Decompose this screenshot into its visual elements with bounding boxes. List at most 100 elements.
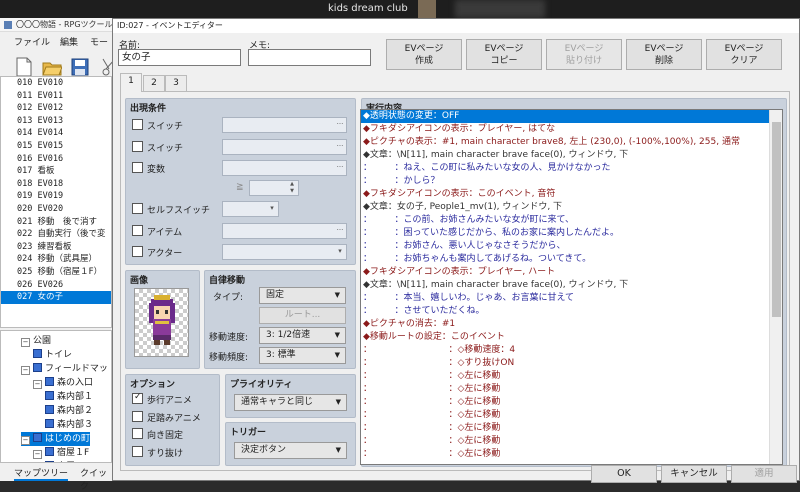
- scrollbar-thumb[interactable]: [772, 122, 781, 317]
- route-button[interactable]: ルート...: [259, 307, 346, 324]
- event-list-item[interactable]: 012 EV012: [1, 102, 111, 115]
- event-list-item[interactable]: 017 看板: [1, 165, 111, 178]
- save-icon[interactable]: [70, 56, 90, 78]
- command-line[interactable]: ◆ピクチャの表示：#1, main character brave8, 左上 (…: [361, 136, 782, 149]
- collapse-toggle-icon[interactable]: −: [33, 450, 42, 459]
- variable-field[interactable]: ···: [222, 160, 347, 176]
- event-list-item[interactable]: 022 自動実行（後で変: [1, 228, 111, 241]
- command-line[interactable]: ： ：かしら？: [361, 175, 782, 188]
- open-folder-icon[interactable]: [42, 56, 62, 78]
- movement-speed-combo[interactable]: 3: 1/2倍速 ▼: [259, 327, 346, 344]
- command-line[interactable]: ◆フキダシアイコンの表示：プレイヤー, はてな: [361, 123, 782, 136]
- ellipsis-icon[interactable]: ···: [334, 140, 346, 154]
- through-checkbox[interactable]: [132, 446, 143, 457]
- taskbar-thumbnail[interactable]: [418, 0, 436, 18]
- command-line[interactable]: ： ：お姉ちゃんも案内してあげるね。ついてきて。: [361, 253, 782, 266]
- collapse-toggle-icon[interactable]: −: [21, 366, 30, 375]
- ev-page-delete-button[interactable]: EVページ 削除: [626, 39, 702, 70]
- self-switch-combo[interactable]: ▾: [222, 201, 279, 217]
- character-sprite-preview[interactable]: [134, 288, 189, 357]
- ok-button[interactable]: OK: [591, 465, 657, 483]
- command-line[interactable]: ◆文章：\N[11], main character brave face(0)…: [361, 279, 782, 292]
- item-checkbox[interactable]: [132, 225, 143, 236]
- switch1-checkbox[interactable]: [132, 119, 143, 130]
- command-line[interactable]: ◆文章：女の子, People1_mv(1), ウィンドウ, 下: [361, 201, 782, 214]
- item-field[interactable]: ···: [222, 223, 347, 239]
- switch1-field[interactable]: ···: [222, 117, 347, 133]
- menu-mode[interactable]: モー: [90, 35, 108, 48]
- event-list-item[interactable]: 011 EV011: [1, 90, 111, 103]
- menu-file[interactable]: ファイル: [14, 35, 50, 48]
- collapse-toggle-icon[interactable]: −: [21, 436, 30, 445]
- movement-type-combo[interactable]: 固定 ▼: [259, 287, 346, 304]
- event-list-item[interactable]: 010 EV010: [1, 77, 111, 90]
- collapse-toggle-icon[interactable]: −: [33, 380, 42, 389]
- event-list[interactable]: 010 EV010 011 EV011 012 EV012 013 EV013 014 …: [0, 76, 112, 328]
- map-tree-item[interactable]: − はじめの町: [21, 432, 91, 446]
- tab-page-3[interactable]: 3: [165, 75, 187, 91]
- command-line[interactable]: ： ：本当、嬉しいわ。じゃあ、お言葉に甘えて: [361, 292, 782, 305]
- tab-page-1[interactable]: 1: [120, 73, 142, 92]
- command-line[interactable]: ： ：◇左に移動: [361, 448, 782, 461]
- movement-frequency-combo[interactable]: 3: 標準 ▼: [259, 347, 346, 364]
- priority-combo[interactable]: 通常キャラと同じ ▼: [234, 394, 347, 411]
- command-line[interactable]: ： ：この前、お姉さんみたいな女が町に来て、: [361, 214, 782, 227]
- event-list-item[interactable]: 021 移動 後で消す: [1, 216, 111, 229]
- name-field[interactable]: 女の子: [118, 49, 241, 66]
- event-list-item[interactable]: 015 EV015: [1, 140, 111, 153]
- command-list-scrollbar[interactable]: [769, 110, 782, 464]
- command-line[interactable]: ： ：困っていた感じだから、私のお家に案内したんだよ。: [361, 227, 782, 240]
- event-list-item[interactable]: 025 移動（宿屋１F）: [1, 266, 111, 279]
- event-list-item[interactable]: 024 移動（武具屋）: [1, 253, 111, 266]
- spinner-arrows-icon[interactable]: ▲ ▼: [286, 181, 298, 195]
- map-tree-item[interactable]: トイレ: [33, 348, 72, 362]
- command-line[interactable]: ： ：◇移動速度：4: [361, 344, 782, 357]
- apply-button[interactable]: 適用: [731, 465, 797, 483]
- event-list-item[interactable]: 013 EV013: [1, 115, 111, 128]
- command-line[interactable]: ◆フキダシアイコンの表示：このイベント, 音符: [361, 188, 782, 201]
- event-list-item[interactable]: 018 EV018: [1, 178, 111, 191]
- event-list-item[interactable]: 016 EV016: [1, 153, 111, 166]
- event-command-list[interactable]: ◆透明状態の変更：OFF ◆フキダシアイコンの表示：プレイヤー, はてな ◆ピクチャ…: [360, 109, 783, 465]
- switch2-checkbox[interactable]: [132, 141, 143, 152]
- memo-field[interactable]: [248, 49, 371, 66]
- actor-checkbox[interactable]: [132, 246, 143, 257]
- event-list-item[interactable]: 027 女の子: [1, 291, 111, 304]
- ellipsis-icon[interactable]: ···: [334, 224, 346, 238]
- command-line[interactable]: ◆フキダシアイコンの表示：プレイヤー, ハート: [361, 266, 782, 279]
- cancel-button[interactable]: キャンセル: [661, 465, 727, 483]
- event-list-item[interactable]: 019 EV019: [1, 190, 111, 203]
- walking-anime-checkbox[interactable]: [132, 392, 143, 404]
- map-tree-item[interactable]: 森内部３: [45, 418, 93, 432]
- ev-page-copy-button[interactable]: EVページ コピー: [466, 39, 542, 70]
- tab-quick[interactable]: クイック: [80, 466, 112, 492]
- ev-page-clear-button[interactable]: EVページ クリア: [706, 39, 782, 70]
- ev-page-paste-button[interactable]: EVページ 貼り付け: [546, 39, 622, 70]
- event-list-item[interactable]: 026 EV026: [1, 279, 111, 292]
- command-line[interactable]: ： ：ねえ、この町に私みたいな女の人、見かけなかった: [361, 162, 782, 175]
- variable-value-spinner[interactable]: ▲ ▼: [249, 180, 299, 196]
- map-tree-item[interactable]: − フィールドマッ: [21, 362, 108, 376]
- command-line[interactable]: ： ：◇左に移動: [361, 435, 782, 448]
- command-line[interactable]: ◆透明状態の変更：OFF: [361, 110, 782, 123]
- event-list-item[interactable]: 023 練習看板: [1, 241, 111, 254]
- ellipsis-icon[interactable]: ···: [334, 161, 346, 175]
- map-tree-item[interactable]: − 宿屋１F: [33, 446, 89, 460]
- direction-fix-checkbox[interactable]: [132, 428, 143, 439]
- map-tree-item[interactable]: 森内部１: [45, 390, 93, 404]
- command-line[interactable]: ： ：◇左に移動: [361, 370, 782, 383]
- command-line[interactable]: ◆ピクチャの消去：#1: [361, 318, 782, 331]
- command-line[interactable]: ： ：させていただくね。: [361, 305, 782, 318]
- command-line[interactable]: ： ：お姉さん、悪い人じゃなさそうだから、: [361, 240, 782, 253]
- trigger-combo[interactable]: 決定ボタン ▼: [234, 442, 347, 459]
- command-line[interactable]: ： ：◇左に移動: [361, 422, 782, 435]
- event-list-item[interactable]: 020 EV020: [1, 203, 111, 216]
- ev-page-create-button[interactable]: EVページ 作成: [386, 39, 462, 70]
- command-line[interactable]: ： ：◇左に移動: [361, 383, 782, 396]
- map-tree-item[interactable]: − 森の入口: [33, 376, 93, 390]
- actor-combo[interactable]: ▾: [222, 244, 347, 260]
- menu-edit[interactable]: 編集: [60, 35, 78, 48]
- switch2-field[interactable]: ···: [222, 139, 347, 155]
- variable-checkbox[interactable]: [132, 162, 143, 173]
- command-line[interactable]: ◆移動ルートの設定：このイベント: [361, 331, 782, 344]
